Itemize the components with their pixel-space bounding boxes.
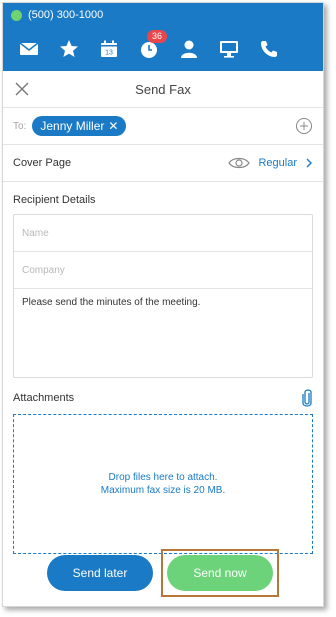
eye-icon[interactable] (228, 156, 251, 170)
send-now-button[interactable]: Send now (167, 555, 273, 591)
recipient-details-label: Recipient Details (13, 194, 96, 206)
favorites-button[interactable] (49, 27, 89, 71)
person-icon (181, 40, 197, 58)
cover-page-value[interactable]: Regular (258, 157, 297, 169)
calendar-button[interactable]: 13 (89, 27, 129, 71)
status-bar: (500) 300-1000 (3, 3, 323, 27)
remove-recipient-icon[interactable]: ✕ (108, 119, 118, 133)
name-field[interactable]: Name (14, 215, 312, 252)
message-field[interactable]: Please send the minutes of the meeting. (14, 289, 312, 377)
phone-button[interactable] (249, 27, 289, 71)
star-icon (60, 40, 78, 57)
attachments-row: Attachments (3, 378, 323, 414)
contacts-button[interactable] (169, 27, 209, 71)
calendar-icon: 13 (101, 40, 117, 57)
action-bar: Send later Send now (3, 540, 323, 606)
presence-dot (11, 9, 22, 21)
cover-page-label: Cover Page (13, 157, 72, 169)
monitor-icon (220, 41, 238, 58)
notification-badge: 36 (147, 30, 168, 43)
monitor-button[interactable] (209, 27, 249, 71)
send-later-button[interactable]: Send later (47, 555, 153, 591)
close-icon[interactable] (13, 80, 31, 98)
recent-calls-button[interactable]: 36 (129, 27, 169, 71)
phone-number: (500) 300-1000 (28, 9, 104, 21)
chevron-right-icon (306, 158, 312, 168)
attachments-label: Attachments (13, 392, 75, 404)
add-recipient-icon[interactable] (295, 117, 313, 135)
max-size-note: Maximum fax size is 20 MB. (100, 485, 226, 496)
paperclip-icon[interactable] (301, 388, 313, 408)
dialog-header: Send Fax (3, 71, 323, 108)
to-field[interactable]: To: Jenny Miller ✕ (3, 108, 323, 145)
company-field[interactable]: Company (14, 252, 312, 289)
phone-icon (261, 41, 277, 57)
page-title: Send Fax (135, 81, 191, 97)
toolbar: 13 36 (3, 27, 323, 71)
calendar-day: 13 (105, 50, 113, 57)
mail-icon (19, 42, 39, 55)
send-now-highlight: Send now (161, 549, 279, 597)
cover-page-row[interactable]: Cover Page Regular (3, 145, 323, 182)
send-fax-panel: (500) 300-1000 13 36 Send Fax To: Jenny … (2, 2, 324, 607)
recipient-details-box: Name Company Please send the minutes of … (13, 214, 313, 378)
to-label: To: (13, 120, 27, 132)
recipient-chip[interactable]: Jenny Miller ✕ (32, 116, 127, 136)
mail-button[interactable] (9, 27, 49, 71)
attachment-drop-zone[interactable]: Drop files here to attach. Maximum fax s… (13, 414, 313, 554)
drop-instructions: Drop files here to attach. (108, 472, 218, 483)
recipient-chip-label: Jenny Miller (40, 119, 105, 133)
